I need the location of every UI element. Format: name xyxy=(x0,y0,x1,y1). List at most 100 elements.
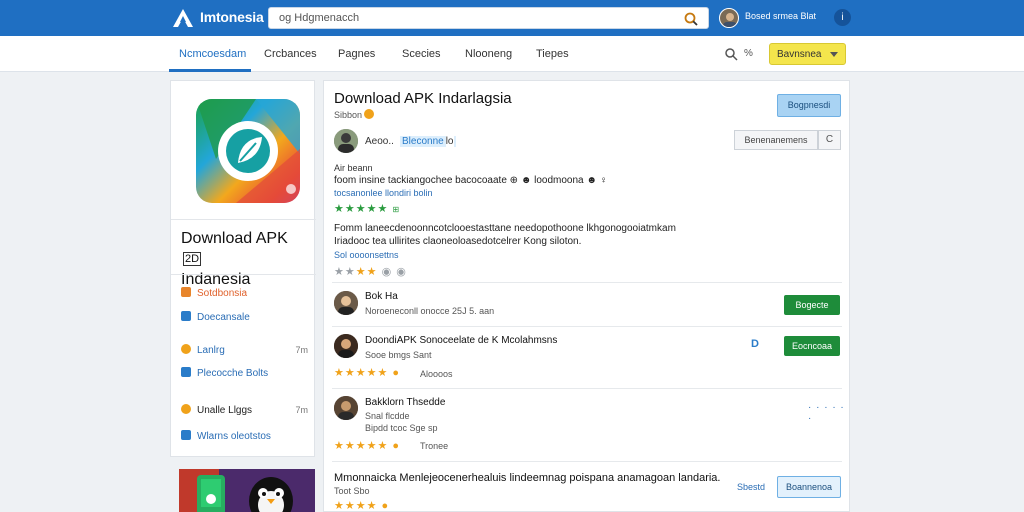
avatar[interactable] xyxy=(334,291,358,315)
divider xyxy=(332,388,842,389)
app-title: Download APK 2D Indanesia xyxy=(181,229,311,290)
percent-toggle[interactable]: % xyxy=(744,48,753,59)
author-badge-text: Bleconne xyxy=(402,136,444,147)
sidebar-item-label: Unalle Llggs xyxy=(197,405,253,416)
description-line: foom insine tackiangochee bacocoaate ⊕ ☻… xyxy=(334,175,608,186)
app-badge: 2D xyxy=(183,252,202,266)
sidebar-item-value: 7m xyxy=(295,345,308,355)
tab-types[interactable]: Tiepes xyxy=(536,48,569,60)
review-text: Fomm laneecdenoonncotclooestasttane need… xyxy=(334,223,676,247)
active-tab-indicator xyxy=(169,69,251,72)
app-icon[interactable] xyxy=(196,99,300,203)
coin-icon: ● xyxy=(381,500,390,512)
tab-pages[interactable]: Pagnes xyxy=(338,48,375,60)
download-button[interactable]: Bogpnesdi xyxy=(777,94,841,117)
app-sidebar-card: Download APK 2D Indanesia Sotdbonsia Doe… xyxy=(170,80,316,457)
rating-stars: ★★★★★ ⊞ xyxy=(334,203,401,215)
coin-icon: ● xyxy=(392,367,401,379)
region-dropdown-label: Bavnsnea xyxy=(777,49,822,60)
author-badge[interactable]: Bleconne lo xyxy=(400,136,456,147)
app-subtitle: Sibbon xyxy=(334,109,375,120)
avatar[interactable] xyxy=(334,334,358,358)
search-placeholder: og Hdgmenacch xyxy=(279,12,360,24)
manage-button[interactable]: Benenanemens xyxy=(734,130,818,150)
rating-stars: ★★★★★ ● xyxy=(334,367,401,379)
review-link[interactable]: Sol oooonsettns xyxy=(334,250,399,260)
reviewer-name[interactable]: Mmonnaicka Menlejeocenerhealuis lindeemn… xyxy=(334,472,720,484)
sidebar-item-label: Sotdbonsia xyxy=(197,288,248,299)
sidebar-item-icon xyxy=(181,430,191,440)
app-detail-card: Download APK Indarlagsia Sibbon Bogpnesd… xyxy=(323,80,850,512)
sidebar-item-support[interactable]: Sotdbonsia xyxy=(181,287,247,299)
search-icon[interactable] xyxy=(683,11,699,27)
search-icon[interactable] xyxy=(724,47,738,61)
more-options-icon[interactable]: · · · · · · xyxy=(808,402,849,424)
divider xyxy=(332,282,842,283)
reply-button[interactable]: Eocncoaa xyxy=(784,336,840,356)
divider xyxy=(171,274,316,275)
top-header: Imtonesia og Hdgmenacch Bosed srmea Blat… xyxy=(0,0,1024,36)
sidebar-item-update[interactable]: Unalle Llggs xyxy=(181,404,252,416)
sidebar-item-label: Doecansale xyxy=(197,312,250,323)
rating-label: Tronee xyxy=(420,441,449,451)
sidebar-item-value: 7m xyxy=(295,405,308,415)
description-line: tocsanonlee llondiri bolin xyxy=(334,188,433,198)
description-heading: Air beann xyxy=(334,163,373,173)
brand-name[interactable]: Imtonesia xyxy=(200,9,264,25)
sidebar-item-icon xyxy=(181,311,191,321)
sidebar-item-icon xyxy=(181,287,191,297)
sidebar-item-icon xyxy=(181,404,191,414)
author-name[interactable]: Aeoo.. xyxy=(365,136,394,147)
review-meta: Bipdd tcoc Sge sp xyxy=(365,423,438,433)
page-title: Download APK Indarlagsia xyxy=(334,90,512,107)
review-meta: Toot Sbo xyxy=(334,486,370,496)
review-meta: Sooe bmgs Sant xyxy=(365,350,432,360)
review-link[interactable]: Sbestd xyxy=(737,482,765,492)
app-subtitle-text: Sibbon xyxy=(334,110,363,120)
avatar[interactable] xyxy=(334,396,358,420)
sidebar-item-icon xyxy=(181,344,191,354)
logo-icon[interactable] xyxy=(172,8,194,28)
tab-categories[interactable]: Crcbances xyxy=(264,48,317,60)
pin-icon[interactable]: D xyxy=(751,338,759,350)
sidebar-item-package[interactable]: Plecocche Bolts xyxy=(181,367,268,379)
sidebar-item-label: Plecocche Bolts xyxy=(197,368,269,379)
coin-icon: ● xyxy=(392,440,401,452)
sidebar-item-label: Wlarns oleotstos xyxy=(197,431,271,442)
promo-thumbnail[interactable] xyxy=(179,469,315,512)
tab-home[interactable]: Ncmcoesdam xyxy=(179,48,246,60)
sidebar-item-download[interactable]: Doecansale xyxy=(181,311,250,323)
sidebar-item-warnings[interactable]: Wlarns oleotstos xyxy=(181,430,271,442)
chevron-down-icon xyxy=(830,52,838,57)
reviewer-name-text: DoondiAPK Sonoceelate de K Mcolahmsns xyxy=(365,335,558,346)
rating-label: Aloooos xyxy=(420,369,453,379)
info-icon[interactable]: i xyxy=(834,9,851,26)
divider xyxy=(171,219,316,220)
author-badge-suffix: lo xyxy=(445,136,454,147)
reviewer-name[interactable]: Bakklorn Thsedde xyxy=(365,397,445,408)
tab-services[interactable]: Scecies xyxy=(402,48,441,60)
region-dropdown[interactable]: Bavnsnea xyxy=(769,43,846,65)
rating-stars: ★★★★ ● xyxy=(334,500,390,512)
search-input[interactable]: og Hdgmenacch xyxy=(268,7,709,29)
user-name[interactable]: Bosed srmea Blat xyxy=(745,11,816,21)
rating-stars: ★★★★ ◉ ◉ xyxy=(334,266,407,278)
rating-stars: ★★★★★ ● xyxy=(334,440,401,452)
sidebar-item-language[interactable]: Lanlrg xyxy=(181,344,225,356)
divider xyxy=(332,326,842,327)
user-avatar[interactable] xyxy=(719,8,739,28)
sidebar-item-icon xyxy=(181,367,191,377)
action-button[interactable]: Boannenoa xyxy=(777,476,841,498)
reviewer-name[interactable]: Bok Ha xyxy=(365,291,398,302)
main-nav: Ncmcoesdam Crcbances Pagnes Scecies Nloo… xyxy=(0,36,1024,72)
app-title-line1: Download APK xyxy=(181,230,288,247)
reply-button[interactable]: Bogecte xyxy=(784,295,840,315)
review-meta: Noroeneconll onocce 25J 5. aan xyxy=(365,306,495,316)
avatar[interactable] xyxy=(334,129,358,153)
tab-trending[interactable]: Nlooneng xyxy=(465,48,512,60)
reviewer-name[interactable]: DoondiAPK Sonoceelate de K Mcolahmsns xyxy=(365,335,557,346)
rating-badge: ⊞ xyxy=(392,205,401,214)
coin-icon xyxy=(364,109,375,119)
review-meta: Snal flcdde xyxy=(365,411,410,421)
refresh-icon[interactable]: C xyxy=(818,130,841,150)
